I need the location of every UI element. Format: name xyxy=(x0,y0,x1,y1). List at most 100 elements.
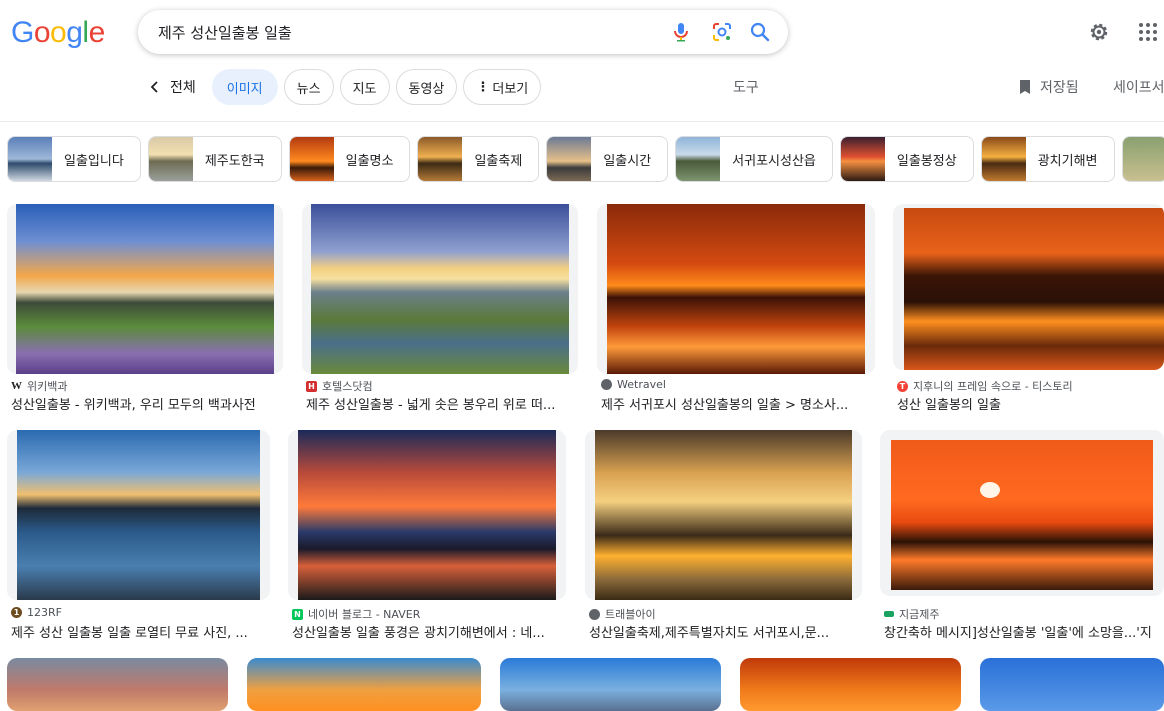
result-image[interactable] xyxy=(585,430,862,600)
result-image[interactable] xyxy=(880,430,1164,596)
related-thumbnail xyxy=(547,137,592,181)
search-icon[interactable] xyxy=(748,20,772,44)
logo-letter: g xyxy=(66,16,83,49)
microphone-icon[interactable] xyxy=(669,20,693,44)
result-image[interactable] xyxy=(980,658,1164,711)
result-picture xyxy=(311,204,569,374)
related-chip[interactable]: 일출명소 xyxy=(288,136,411,182)
result-title[interactable]: 성산일출봉 일출 풍경은 광치기해변에서 : 네... xyxy=(292,622,564,641)
result-title[interactable]: 성산일출축제,제주특별자치도 서귀포시,문... xyxy=(589,622,861,641)
result-image[interactable] xyxy=(740,658,961,711)
related-chip-label: 일출명소 xyxy=(345,153,394,169)
search-tabs: 전체 이미지 뉴스 지도 동영상 ⋮ 더보기 xyxy=(148,69,547,105)
related-chip[interactable]: 서귀포시성산읍 xyxy=(675,136,833,182)
safesearch-button[interactable]: 세이프서 xyxy=(1113,77,1164,97)
saved-label: 저장됨 xyxy=(1040,80,1079,96)
result-source[interactable]: N 네이버 블로그 - NAVER xyxy=(292,606,420,622)
result-source[interactable]: H 호텔스닷컴 xyxy=(306,378,373,394)
result-source-label: 트래블아이 xyxy=(605,608,656,621)
logo-letter: o xyxy=(33,16,51,49)
tistory-icon: T xyxy=(897,380,908,392)
result-image[interactable] xyxy=(302,204,578,374)
result-source[interactable]: Wetravel xyxy=(601,378,666,391)
bookmark-icon xyxy=(1020,80,1030,94)
wikipedia-icon: W xyxy=(11,379,22,392)
result-title[interactable]: 제주 성산일출봉 - 넓게 솟은 봉우리 위로 떠... xyxy=(306,394,578,413)
result-source-label: 123RF xyxy=(27,606,62,619)
tab-news[interactable]: 뉴스 xyxy=(283,69,334,105)
related-thumbnail xyxy=(418,137,463,181)
google-logo[interactable]: Google xyxy=(11,16,105,50)
related-chip[interactable]: 광치기해변 xyxy=(980,136,1115,182)
related-thumbnail xyxy=(8,137,52,181)
related-chip-label: 일출입니다 xyxy=(64,153,124,169)
tab-images-label: 이미지 xyxy=(226,81,263,97)
tab-maps[interactable]: 지도 xyxy=(339,69,390,105)
result-source-label: 지후니의 프레임 속으로 - 티스토리 xyxy=(913,380,1073,393)
logo-letter: G xyxy=(11,16,34,49)
search-input[interactable]: 제주 성산일출봉 일출 xyxy=(158,22,292,43)
globe-icon xyxy=(589,608,600,620)
result-title[interactable]: 제주 성산 일출봉 일출 로열티 무료 사진, ... xyxy=(11,622,271,641)
result-image[interactable] xyxy=(7,430,270,600)
result-picture xyxy=(17,430,260,600)
tools-button[interactable]: 도구 xyxy=(733,77,759,97)
result-source-label: 호텔스닷컴 xyxy=(322,380,373,393)
related-thumbnail xyxy=(148,137,193,181)
result-source[interactable]: T 지후니의 프레임 속으로 - 티스토리 xyxy=(897,378,1073,394)
result-image[interactable] xyxy=(597,204,875,374)
related-thumbnail xyxy=(1122,137,1164,181)
result-picture xyxy=(891,440,1153,590)
result-title[interactable]: 성산일출봉 - 위키백과, 우리 모두의 백과사전 xyxy=(11,394,283,413)
result-source[interactable]: 1 123RF xyxy=(11,606,62,619)
tab-all[interactable]: 전체 xyxy=(148,77,196,97)
lens-icon[interactable] xyxy=(710,20,734,44)
result-image[interactable] xyxy=(500,658,721,711)
related-chip[interactable]: 일출입니다 xyxy=(7,136,141,182)
result-title[interactable]: 창간축하 메시지]성산일출봉 '일출'에 소망을...'지 xyxy=(884,622,1164,641)
result-source-label: 위키백과 xyxy=(27,380,68,393)
result-image[interactable] xyxy=(288,430,566,600)
result-image[interactable] xyxy=(893,204,1164,370)
related-thumbnail xyxy=(676,137,721,181)
hotels-icon: H xyxy=(306,380,317,392)
tab-images[interactable]: 이미지 xyxy=(211,69,278,105)
related-chip-label: 일출축제 xyxy=(474,153,523,169)
related-chip[interactable]: 일출축제 xyxy=(417,136,540,182)
result-picture xyxy=(607,204,865,374)
related-chip[interactable]: 제주도한국 xyxy=(147,136,282,182)
search-box[interactable]: 제주 성산일출봉 일출 xyxy=(138,10,788,54)
result-image[interactable] xyxy=(247,658,481,711)
logo-letter: e xyxy=(88,16,106,49)
sun-shape xyxy=(980,482,1000,498)
result-title[interactable]: 성산 일출봉의 일출 xyxy=(897,394,1157,413)
globe-icon xyxy=(601,379,612,390)
result-source[interactable]: 트래블아이 xyxy=(589,606,656,622)
related-chip-label: 제주도한국 xyxy=(204,153,265,169)
related-chip[interactable]: 일출시간 xyxy=(546,136,669,182)
related-thumbnail xyxy=(289,137,334,181)
naver-icon: N xyxy=(292,608,303,620)
related-chip-label: 일출봉정상 xyxy=(896,153,957,169)
result-source[interactable]: 지금제주 xyxy=(884,606,939,622)
result-image[interactable] xyxy=(7,658,228,711)
result-title[interactable]: 제주 서귀포시 성산일출봉의 일출 > 명소사... xyxy=(601,394,873,413)
result-picture xyxy=(595,430,852,600)
related-chip-label: 서귀포시성산읍 xyxy=(732,153,816,169)
tab-all-label: 전체 xyxy=(170,80,196,96)
123rf-icon: 1 xyxy=(11,607,22,618)
related-chip[interactable] xyxy=(1121,136,1164,182)
result-source-label: 네이버 블로그 - NAVER xyxy=(308,608,421,621)
saved-button[interactable]: 저장됨 xyxy=(1018,77,1079,97)
related-chip-label: 일출시간 xyxy=(603,153,652,169)
more-vert-icon: ⋮ xyxy=(476,79,490,95)
settings-gear-icon[interactable] xyxy=(1087,20,1111,44)
related-chip[interactable]: 일출봉정상 xyxy=(839,136,974,182)
apps-grid-icon[interactable] xyxy=(1136,20,1160,44)
tab-more[interactable]: ⋮ 더보기 xyxy=(463,69,542,105)
tab-videos[interactable]: 동영상 xyxy=(395,69,458,105)
result-source[interactable]: W 위키백과 xyxy=(11,378,67,394)
related-searches: 일출입니다 제주도한국 일출명소 일출축제 일출시간 서귀포시성산읍 일출봉정상… xyxy=(7,136,1164,182)
result-image[interactable] xyxy=(7,204,283,374)
result-picture xyxy=(16,204,274,374)
